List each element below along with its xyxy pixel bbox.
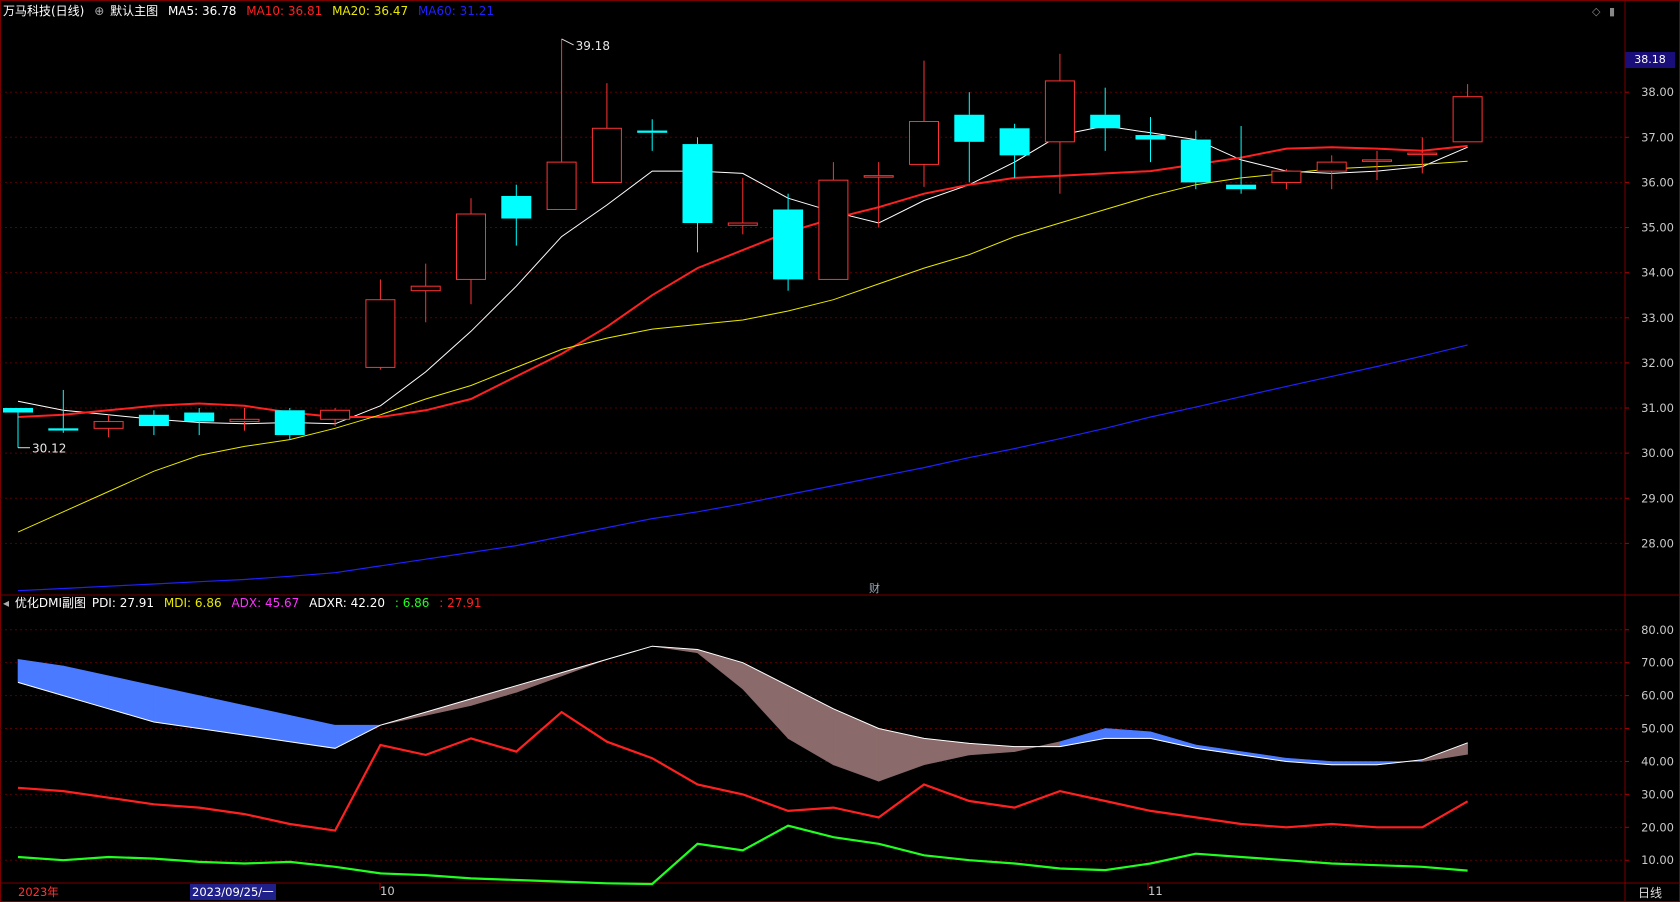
settings-dot-icon[interactable]: ◂ xyxy=(3,596,9,610)
main-chart-header: 万马科技(日线) ⊕ 默认主图 MA5: 36.78 MA10: 36.81 M… xyxy=(3,4,500,18)
adx-fill-segment xyxy=(515,672,562,693)
candle-body xyxy=(184,412,215,422)
candle-body xyxy=(48,428,79,431)
sub-y-tick-label: 40.00 xyxy=(1641,754,1674,768)
main-y-tick-label: 33.00 xyxy=(1641,311,1674,325)
sub-y-tick-label: 70.00 xyxy=(1641,656,1674,670)
main-y-tick-label: 31.00 xyxy=(1641,401,1674,415)
candle-body xyxy=(1271,170,1302,183)
candle-body xyxy=(365,299,396,368)
candle-body xyxy=(1090,114,1121,129)
main-y-tick-label: 38.00 xyxy=(1641,85,1674,99)
main-indicator-name[interactable]: 默认主图 xyxy=(110,4,158,18)
ma-line-ma5 xyxy=(17,125,1468,425)
candle-body xyxy=(591,127,622,183)
main-y-tick-label: 29.00 xyxy=(1641,491,1674,505)
candle-body xyxy=(3,408,33,413)
candle-body xyxy=(727,222,758,226)
sub-y-tick-label: 30.00 xyxy=(1641,787,1674,801)
adx-fill-segment xyxy=(153,685,200,729)
sub-indicator-name[interactable]: 优化DMI副图 xyxy=(15,596,86,610)
indicator-dropdown-icon[interactable]: ⊕ xyxy=(94,4,104,18)
pdi-value: PDI: 27.91 xyxy=(91,596,155,610)
ma10-value: MA10: 36.81 xyxy=(246,4,323,18)
extra-pdi-value: : 27.91 xyxy=(439,596,482,610)
adx-fill-segment xyxy=(833,708,880,782)
current-price-label: 38.18 xyxy=(1625,52,1675,68)
sub-y-tick-label: 50.00 xyxy=(1641,722,1674,736)
ma60-value: MA60: 31.21 xyxy=(417,4,494,18)
adx-fill-segment xyxy=(289,715,336,749)
x-label-month-11: 11 xyxy=(1148,884,1163,898)
adxr-value: ADXR: 42.20 xyxy=(309,596,386,610)
candle-body xyxy=(1407,152,1438,156)
sub-y-tick-label: 60.00 xyxy=(1641,689,1674,703)
adx-fill-segment xyxy=(17,659,64,696)
sub-chart-header: ◂ 优化DMI副图 PDI: 27.91 MDI: 6.86 ADX: 45.6… xyxy=(3,596,487,610)
main-y-tick-label: 28.00 xyxy=(1641,536,1674,550)
x-label-year: 2023年 xyxy=(18,885,59,899)
ma20-value: MA20: 36.47 xyxy=(332,4,409,18)
candle-body xyxy=(456,213,486,280)
ma5-value: MA5: 36.78 xyxy=(167,4,237,18)
main-y-tick-label: 30.00 xyxy=(1641,446,1674,460)
candle-body xyxy=(818,179,849,280)
sub-y-tick-label: 80.00 xyxy=(1641,623,1674,637)
stock-title[interactable]: 万马科技(日线) xyxy=(3,4,84,18)
diamond-icon[interactable]: ◇ xyxy=(1592,5,1600,18)
candle-body xyxy=(229,418,260,423)
main-y-tick-label: 34.00 xyxy=(1641,266,1674,280)
low-annotation-label: 30.12 xyxy=(32,442,66,456)
candle-body xyxy=(410,285,441,292)
candle-body xyxy=(320,409,351,420)
candle-body xyxy=(637,130,668,133)
candle-body xyxy=(1316,161,1347,172)
ma-line-ma60 xyxy=(17,344,1468,592)
main-y-tick-label: 32.00 xyxy=(1641,356,1674,370)
adx-value: ADX: 45.67 xyxy=(231,596,300,610)
candle-body xyxy=(1044,80,1075,143)
finance-marker[interactable]: 财 xyxy=(869,580,880,596)
main-y-tick-label: 36.00 xyxy=(1641,175,1674,189)
period-button[interactable]: 日线 xyxy=(1625,884,1675,901)
candle-body xyxy=(954,114,985,142)
candle-body xyxy=(682,144,713,224)
chart-canvas[interactable]: 38.00 37.00 36.00 35.00 34.00 33.00 32.00 31.00… xyxy=(0,0,1680,902)
sub-y-tick-label: 20.00 xyxy=(1641,820,1674,834)
adx-fill-segment xyxy=(1104,728,1151,739)
x-label-month-10: 10 xyxy=(380,884,395,898)
candle-body xyxy=(138,414,169,427)
candle-body xyxy=(1226,184,1257,190)
candle-body xyxy=(1452,96,1483,143)
main-y-tick-label: 35.00 xyxy=(1641,221,1674,235)
expand-icon[interactable]: ▮ xyxy=(1609,5,1615,18)
candle-body xyxy=(501,195,532,219)
candle-body xyxy=(999,128,1030,156)
candle-body xyxy=(1135,135,1166,140)
sub-y-tick-label: 10.00 xyxy=(1641,853,1674,867)
adx-fill-segment xyxy=(697,649,744,690)
mdi-value: MDI: 6.86 xyxy=(163,596,222,610)
candle-body xyxy=(93,421,124,429)
candle-body xyxy=(773,209,804,280)
extra-mdi-value: : 6.86 xyxy=(394,596,430,610)
adx-fill-segment xyxy=(1059,728,1106,747)
x-cursor-date: 2023/09/25/一 xyxy=(190,884,276,900)
candle-body xyxy=(546,161,577,210)
candle-body xyxy=(1180,139,1211,183)
stock-chart-window: 38.00 37.00 36.00 35.00 34.00 33.00 32.00 31.00… xyxy=(0,0,1680,902)
candle-body xyxy=(909,121,939,165)
candle-body xyxy=(1362,159,1392,162)
main-y-tick-label: 37.00 xyxy=(1641,130,1674,144)
mdi-line xyxy=(17,824,1468,886)
candle-body xyxy=(863,175,894,178)
high-annotation-pointer xyxy=(561,38,574,46)
high-annotation-label: 39.18 xyxy=(576,39,610,53)
adx-fill-segment xyxy=(470,685,517,706)
candle-body xyxy=(274,410,305,436)
